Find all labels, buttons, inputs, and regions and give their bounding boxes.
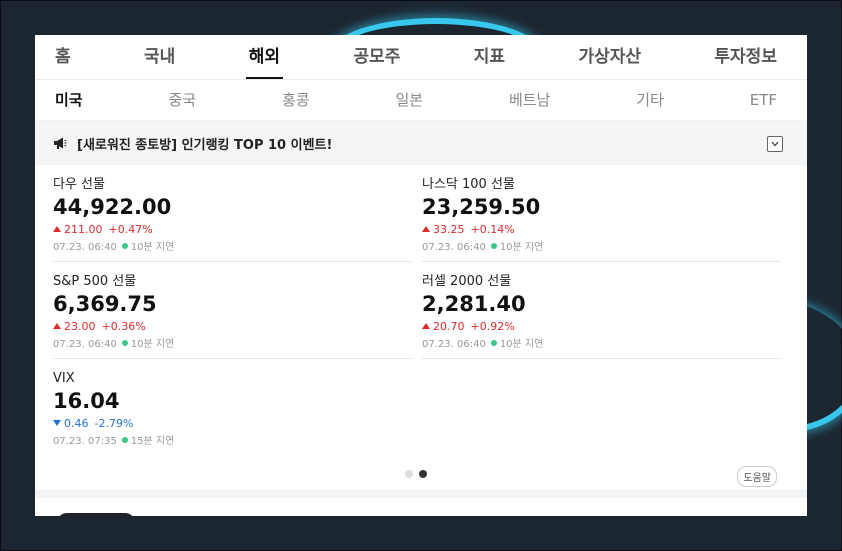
- pager-dot-1[interactable]: [405, 470, 413, 478]
- delay-text: 10분 지연: [130, 242, 175, 253]
- index-change: 20.70 +0.92%: [422, 320, 781, 334]
- up-arrow-icon: [53, 323, 61, 329]
- tab-crypto[interactable]: 가상자산: [578, 35, 641, 79]
- delay-text: 10분 지연: [130, 339, 175, 350]
- primary-tabs: 홈 국내 해외 공모주 지표 가상자산 투자정보: [35, 35, 807, 80]
- index-card-russell[interactable]: 러셀 2000 선물 2,281.40 20.70 +0.92% 07.23. 0…: [422, 262, 781, 359]
- tab-etf[interactable]: ETF: [750, 80, 777, 120]
- change-amount: 20.70: [433, 320, 465, 333]
- timestamp-text: 07.23. 06:40: [53, 242, 117, 253]
- change-percent: +0.36%: [101, 320, 146, 333]
- tab-hongkong[interactable]: 홍콩: [282, 80, 310, 120]
- carousel-pager: [405, 470, 427, 478]
- index-timestamp: 07.23. 06:40 10분 지연: [53, 242, 412, 254]
- index-value: 2,281.40: [422, 292, 526, 316]
- index-name: 러셀 2000 선물: [422, 274, 512, 289]
- pager-dot-2[interactable]: [419, 470, 427, 478]
- banner-text: [새로워진 종토방] 인기랭킹 TOP 10 이벤트!: [77, 137, 333, 153]
- index-name: 다우 선물: [53, 177, 105, 192]
- up-arrow-icon: [53, 226, 61, 232]
- index-card-sp500[interactable]: S&P 500 선물 6,369.75 23.00 +0.36% 07.23. 0…: [53, 262, 412, 359]
- delay-dot-icon: [121, 243, 128, 249]
- section-divider: [35, 490, 807, 498]
- index-name: 나스닥 100 선물: [422, 177, 515, 192]
- change-amount: 211.00: [64, 223, 103, 236]
- timestamp-text: 07.23. 07:35: [53, 436, 117, 447]
- timestamp-text: 07.23. 06:40: [53, 339, 117, 350]
- tab-home[interactable]: 홈: [55, 35, 71, 79]
- change-percent: +0.92%: [470, 320, 515, 333]
- help-button[interactable]: 도움말: [737, 466, 777, 487]
- index-change: 211.00 +0.47%: [53, 223, 412, 237]
- delay-dot-icon: [121, 437, 128, 443]
- index-card-nasdaq[interactable]: 나스닥 100 선물 23,259.50 33.25 +0.14% 07.23. …: [422, 165, 781, 262]
- change-percent: -2.79%: [94, 417, 134, 430]
- change-amount: 23.00: [64, 320, 96, 333]
- next-section-pill[interactable]: [57, 513, 135, 516]
- index-timestamp: 07.23. 07:35 15분 지연: [53, 436, 412, 448]
- up-arrow-icon: [422, 226, 430, 232]
- tab-usa[interactable]: 미국: [55, 80, 83, 120]
- event-banner[interactable]: [새로워진 종토방] 인기랭킹 TOP 10 이벤트!: [35, 121, 807, 165]
- country-tabs: 미국 중국 홍콩 일본 베트남 기타 ETF: [35, 80, 807, 121]
- tab-domestic[interactable]: 국내: [144, 35, 175, 79]
- index-value: 44,922.00: [53, 195, 172, 219]
- market-panel: 홈 국내 해외 공모주 지표 가상자산 투자정보 미국 중국 홍콩 일본 베트남…: [35, 35, 807, 516]
- timestamp-text: 07.23. 06:40: [422, 242, 486, 253]
- index-timestamp: 07.23. 06:40 10분 지연: [422, 242, 781, 254]
- index-change: 0.46 -2.79%: [53, 417, 412, 431]
- tab-overseas[interactable]: 해외: [245, 35, 284, 79]
- index-card-dow[interactable]: 다우 선물 44,922.00 211.00 +0.47% 07.23. 06:4…: [53, 165, 412, 262]
- index-value: 16.04: [53, 389, 120, 413]
- delay-text: 10분 지연: [499, 339, 544, 350]
- tab-indicators[interactable]: 지표: [474, 35, 505, 79]
- banner-expand-button[interactable]: [767, 136, 783, 152]
- tab-vietnam[interactable]: 베트남: [509, 80, 550, 120]
- up-arrow-icon: [422, 323, 430, 329]
- change-percent: +0.47%: [108, 223, 153, 236]
- index-timestamp: 07.23. 06:40 10분 지연: [422, 339, 781, 351]
- index-grid: 다우 선물 44,922.00 211.00 +0.47% 07.23. 06:4…: [35, 165, 807, 495]
- change-amount: 33.25: [433, 223, 465, 236]
- index-card-vix[interactable]: VIX 16.04 0.46 -2.79% 07.23. 07:35 15분 지연: [53, 359, 412, 456]
- tab-ipo[interactable]: 공모주: [353, 35, 400, 79]
- index-change: 23.00 +0.36%: [53, 320, 412, 334]
- timestamp-text: 07.23. 06:40: [422, 339, 486, 350]
- delay-dot-icon: [490, 243, 497, 249]
- index-name: VIX: [53, 371, 75, 386]
- change-amount: 0.46: [64, 417, 89, 430]
- tab-japan[interactable]: 일본: [395, 80, 423, 120]
- change-percent: +0.14%: [470, 223, 515, 236]
- delay-dot-icon: [490, 340, 497, 346]
- chevron-down-icon: [771, 141, 779, 147]
- index-value: 6,369.75: [53, 292, 157, 316]
- index-value: 23,259.50: [422, 195, 541, 219]
- megaphone-icon: [54, 137, 67, 149]
- delay-text: 15분 지연: [130, 436, 175, 447]
- delay-dot-icon: [121, 340, 128, 346]
- index-timestamp: 07.23. 06:40 10분 지연: [53, 339, 412, 351]
- tab-other[interactable]: 기타: [636, 80, 664, 120]
- tab-invest-info[interactable]: 투자정보: [714, 35, 777, 79]
- down-arrow-icon: [53, 420, 61, 426]
- index-name: S&P 500 선물: [53, 274, 137, 289]
- delay-text: 10분 지연: [499, 242, 544, 253]
- tab-china[interactable]: 중국: [168, 80, 196, 120]
- index-change: 33.25 +0.14%: [422, 223, 781, 237]
